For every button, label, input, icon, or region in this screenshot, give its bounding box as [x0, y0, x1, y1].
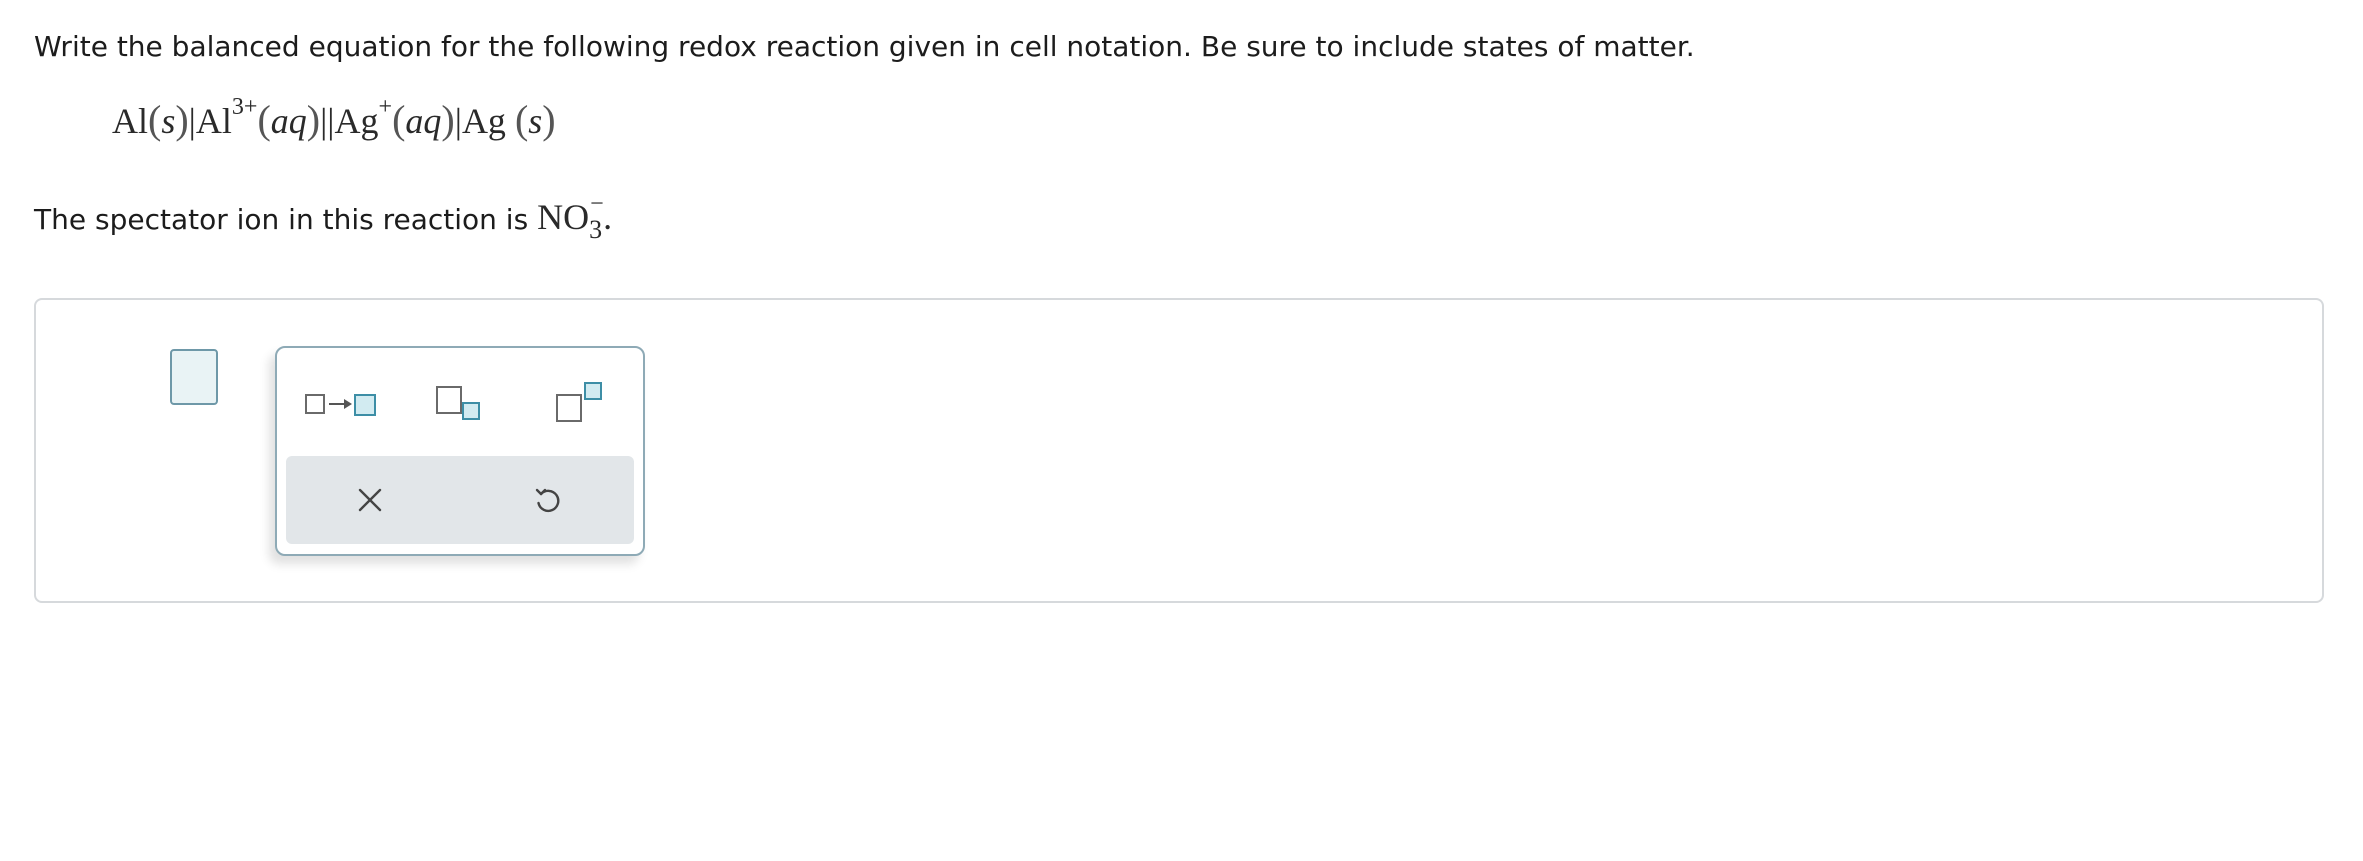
reaction-arrow-tool[interactable] [299, 380, 389, 430]
anode-ion-state: aq [270, 101, 307, 141]
salt-bridge: || [320, 101, 335, 141]
anode-ion-charge: 3+ [231, 94, 258, 120]
cell-notation: Al(s)|Al3+(aq)||Ag+(aq)|Ag (s) [112, 94, 556, 142]
spectator-charge: − [590, 191, 604, 217]
reaction-arrow-template-icon [299, 380, 389, 430]
spectator-ion-statement: The spectator ion in this reaction is NO… [34, 191, 613, 244]
cathode-state: s [528, 101, 543, 141]
cathode-ion: Ag [334, 101, 379, 141]
close-icon [358, 488, 382, 512]
spectator-subscript: 3 [589, 215, 603, 244]
undo-icon [535, 488, 560, 513]
palette-action-bar [286, 456, 634, 544]
subscript-template-icon [432, 380, 522, 430]
cathode-ion-charge: + [378, 94, 393, 120]
subscript-tool[interactable] [432, 380, 522, 430]
answer-input[interactable] [170, 349, 218, 405]
cathode-metal: Ag [461, 101, 506, 141]
spectator-text: The spectator ion in this reaction is [34, 203, 529, 236]
anode-metal: Al [112, 101, 148, 141]
superscript-template-icon [552, 380, 642, 430]
undo-button[interactable] [530, 482, 566, 518]
anode-ion: Al [195, 101, 232, 141]
cathode-ion-state: aq [405, 101, 442, 141]
spectator-formula: NO −3. [537, 191, 613, 244]
superscript-tool[interactable] [552, 380, 642, 430]
anode-state: s [161, 101, 176, 141]
equation-palette [275, 346, 645, 556]
clear-button[interactable] [352, 482, 388, 518]
question-prompt: Write the balanced equation for the foll… [34, 30, 1695, 63]
